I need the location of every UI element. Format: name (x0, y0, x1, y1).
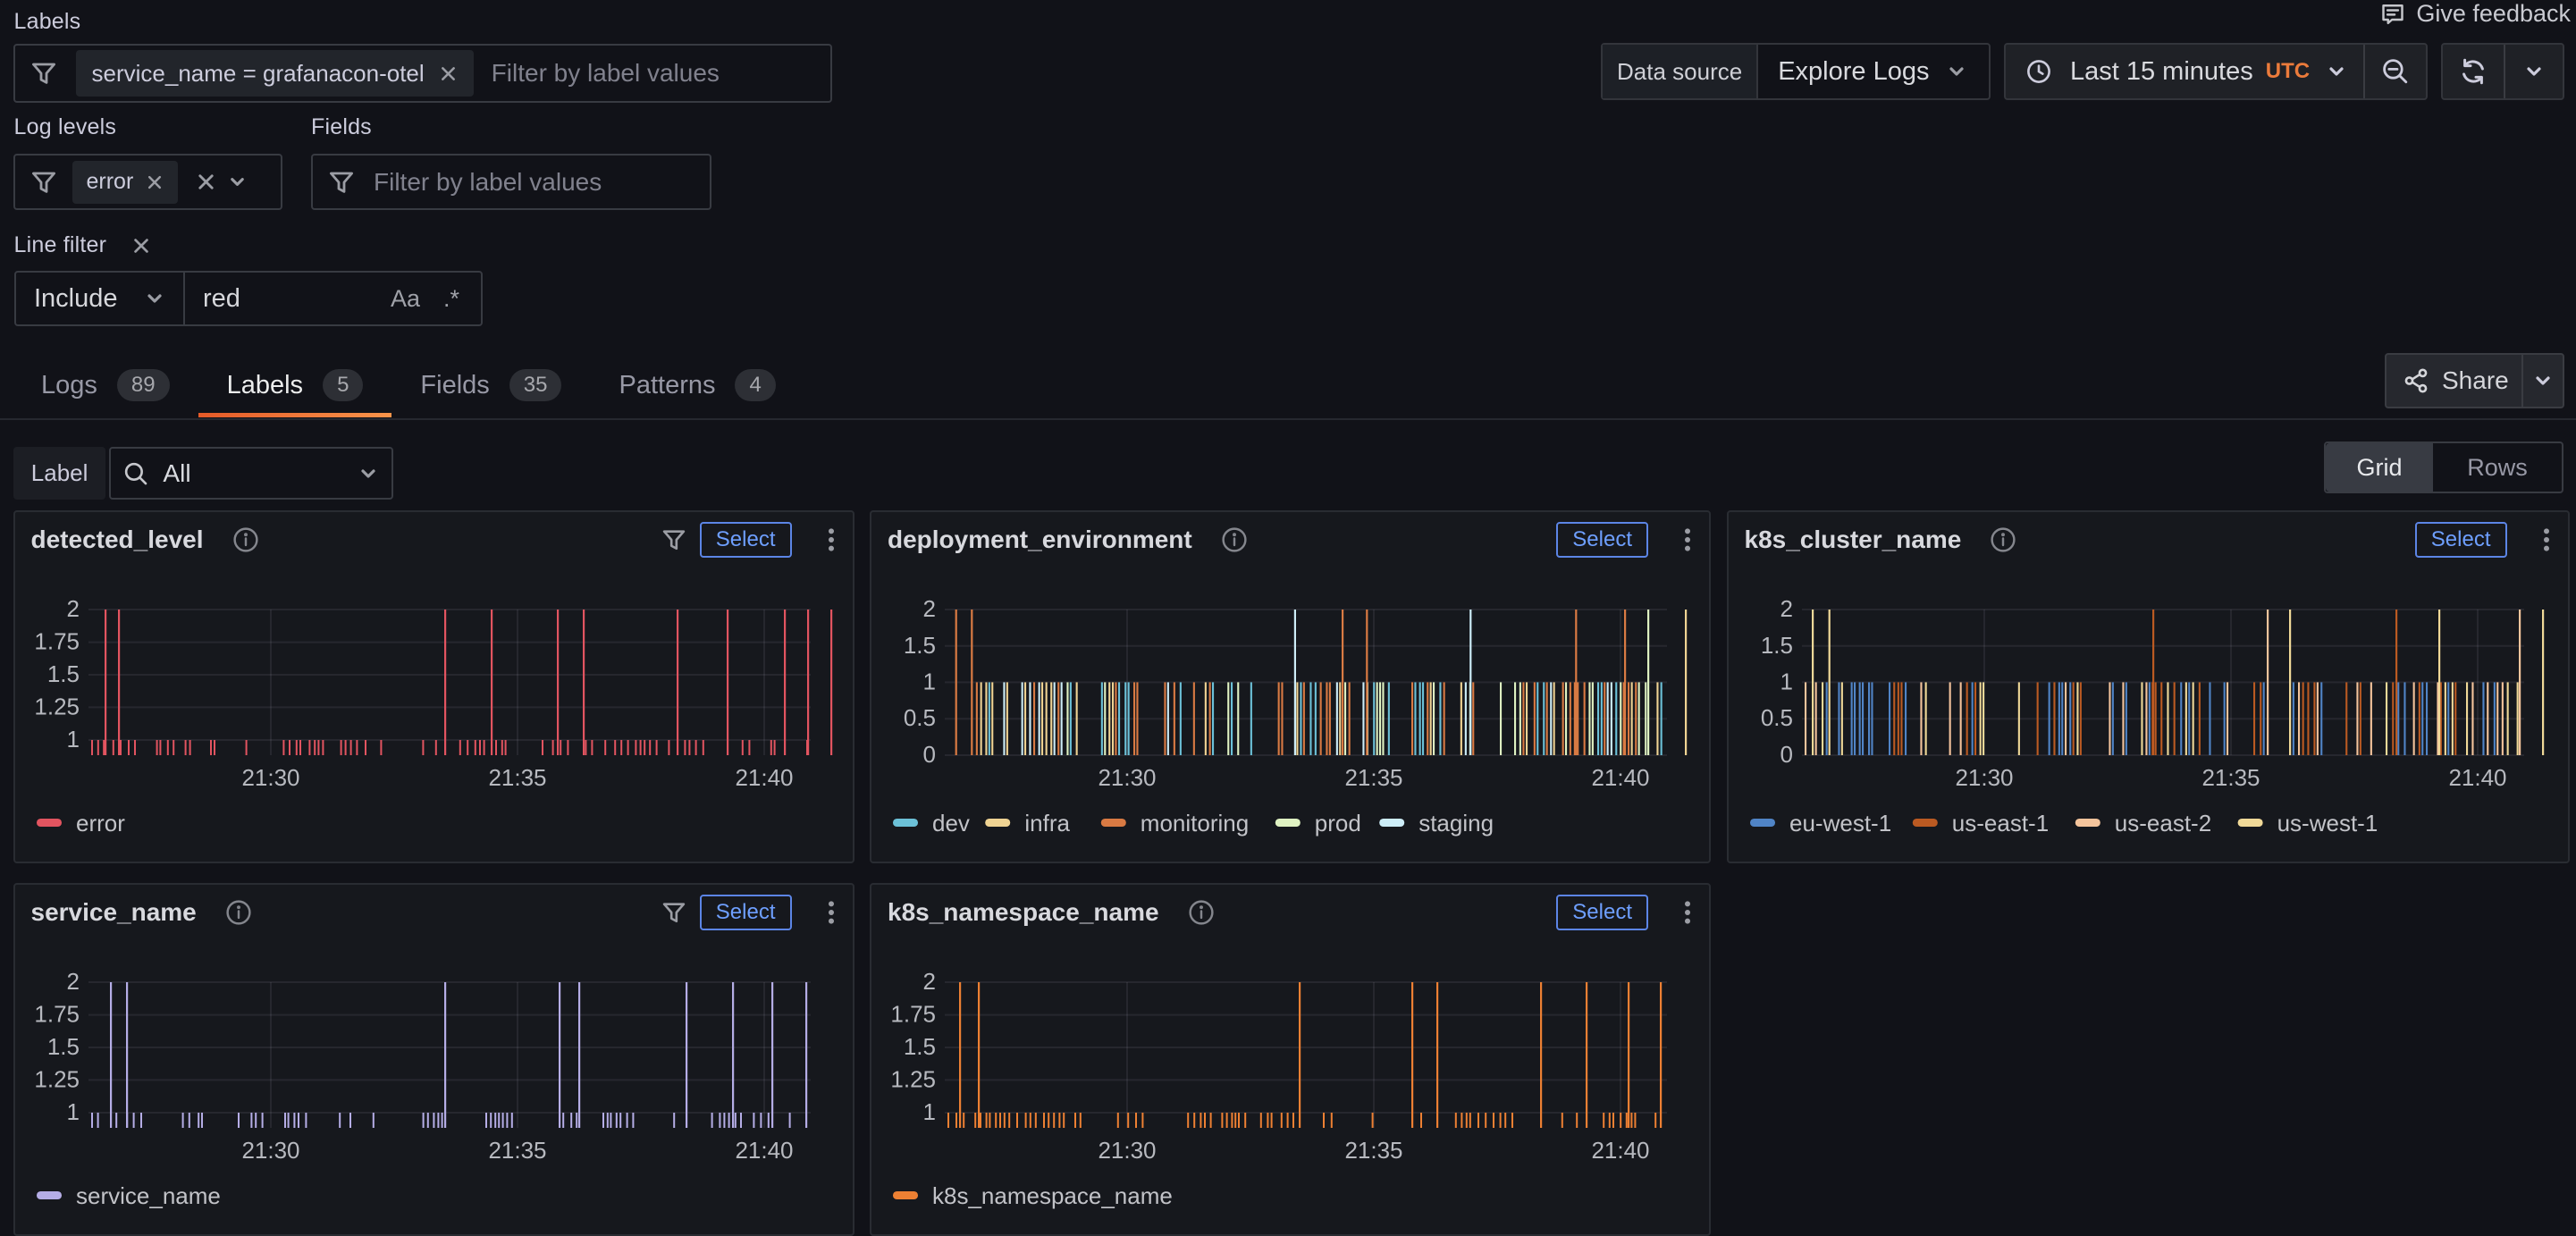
svg-text:k8s_namespace_name: k8s_namespace_name (932, 1182, 1173, 1209)
svg-text:1.75: 1.75 (890, 1001, 936, 1028)
svg-text:0: 0 (1780, 741, 1792, 768)
svg-text:infra: infra (1024, 810, 1070, 837)
svg-text:21:40: 21:40 (735, 764, 793, 791)
svg-text:1: 1 (66, 726, 79, 753)
svg-text:2: 2 (1780, 595, 1792, 622)
svg-text:1: 1 (1780, 668, 1792, 694)
svg-text:prod: prod (1315, 810, 1361, 837)
svg-text:1.25: 1.25 (34, 693, 80, 719)
svg-text:21:35: 21:35 (488, 764, 546, 791)
svg-text:21:35: 21:35 (2201, 764, 2260, 791)
svg-text:1.25: 1.25 (890, 1065, 936, 1092)
svg-text:monitoring: monitoring (1141, 810, 1249, 837)
svg-text:1.5: 1.5 (904, 1033, 936, 1060)
svg-text:1.5: 1.5 (904, 632, 936, 659)
svg-text:21:35: 21:35 (1344, 764, 1402, 791)
svg-text:0.5: 0.5 (904, 704, 936, 731)
svg-text:staging: staging (1418, 810, 1494, 837)
svg-text:1.5: 1.5 (46, 660, 79, 687)
svg-text:2: 2 (66, 595, 79, 622)
svg-text:1.5: 1.5 (1760, 632, 1792, 659)
svg-text:21:35: 21:35 (1344, 1137, 1402, 1164)
svg-text:2: 2 (923, 595, 936, 622)
svg-text:us-west-1: us-west-1 (2277, 810, 2378, 837)
svg-text:21:30: 21:30 (241, 764, 299, 791)
svg-text:0.5: 0.5 (1760, 704, 1792, 731)
svg-text:1.25: 1.25 (34, 1065, 80, 1092)
svg-text:2: 2 (66, 968, 79, 995)
svg-text:21:40: 21:40 (1591, 1137, 1649, 1164)
svg-text:21:30: 21:30 (1098, 764, 1156, 791)
svg-text:1.75: 1.75 (34, 628, 80, 655)
svg-text:21:40: 21:40 (1591, 764, 1649, 791)
svg-text:21:30: 21:30 (1955, 764, 2013, 791)
svg-text:0: 0 (923, 741, 936, 768)
svg-text:service_name: service_name (76, 1182, 221, 1209)
svg-text:21:30: 21:30 (1098, 1137, 1156, 1164)
svg-text:2: 2 (923, 968, 936, 995)
svg-text:21:30: 21:30 (241, 1137, 299, 1164)
svg-text:1.5: 1.5 (46, 1033, 79, 1060)
svg-text:dev: dev (932, 810, 970, 837)
svg-text:1: 1 (66, 1098, 79, 1125)
svg-text:us-east-1: us-east-1 (1951, 810, 2048, 837)
svg-text:1: 1 (923, 668, 936, 694)
svg-text:error: error (76, 810, 125, 837)
svg-text:1: 1 (923, 1098, 936, 1125)
svg-text:eu-west-1: eu-west-1 (1789, 810, 1891, 837)
svg-text:21:40: 21:40 (2448, 764, 2506, 791)
svg-text:21:35: 21:35 (488, 1137, 546, 1164)
svg-text:us-east-2: us-east-2 (2114, 810, 2210, 837)
svg-text:1.75: 1.75 (34, 1001, 80, 1028)
svg-text:21:40: 21:40 (735, 1137, 793, 1164)
